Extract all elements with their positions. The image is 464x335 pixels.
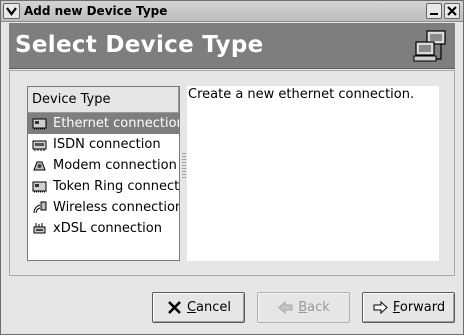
- close-button[interactable]: [444, 3, 460, 19]
- window-title: Add new Device Type: [24, 4, 168, 18]
- xdsl-icon: [33, 223, 46, 234]
- forward-button[interactable]: Forward: [362, 292, 455, 323]
- modem-icon: [33, 161, 46, 171]
- list-item-modem[interactable]: Modem connection: [28, 155, 179, 176]
- list-item-xdsl[interactable]: xDSL connection: [28, 218, 179, 239]
- description-text: Create a new ethernet connection.: [188, 87, 415, 102]
- list-item-wireless[interactable]: Wireless connection: [28, 197, 179, 218]
- wireless-icon: [33, 201, 47, 214]
- list-item-label: Modem connection: [53, 158, 177, 173]
- network-computers-icon: [413, 30, 446, 62]
- dialog-header: Select Device Type: [9, 23, 455, 69]
- x-icon: [168, 301, 181, 314]
- ethernet-card-icon: [32, 118, 47, 130]
- minimize-icon: [430, 13, 438, 15]
- title-bar[interactable]: Add new Device Type: [1, 1, 463, 22]
- pane-resize-handle[interactable]: [182, 153, 186, 179]
- list-item-isdn[interactable]: ISDN connection: [28, 134, 179, 155]
- list-item-label: xDSL connection: [53, 221, 162, 236]
- dialog-window: Add new Device Type Select Device Type D…: [0, 0, 464, 335]
- cancel-button-label: Cancel: [186, 300, 232, 315]
- chevron-down-icon: [6, 7, 17, 16]
- back-button-label: Back: [298, 300, 330, 315]
- page-title: Select Device Type: [15, 32, 264, 58]
- description-pane: Create a new ethernet connection.: [187, 86, 439, 261]
- close-icon: [447, 6, 457, 16]
- left-arrow-icon: [278, 300, 293, 315]
- cancel-button[interactable]: Cancel: [152, 292, 245, 323]
- list-item-label: Ethernet connection: [53, 116, 179, 131]
- isdn-card-icon: [32, 140, 47, 151]
- list-item-ethernet[interactable]: Ethernet connection: [28, 113, 179, 134]
- list-item-label: ISDN connection: [53, 137, 161, 152]
- device-type-list[interactable]: Device Type Ethernet connection ISDN con…: [27, 86, 180, 261]
- list-item-label: Wireless connection: [53, 200, 179, 215]
- back-button[interactable]: Back: [257, 292, 350, 323]
- list-column-header[interactable]: Device Type: [28, 87, 179, 113]
- list-item-label: Token Ring connection: [53, 179, 179, 194]
- forward-button-label: Forward: [392, 300, 446, 315]
- right-arrow-icon: [373, 300, 388, 315]
- minimize-button[interactable]: [426, 3, 442, 19]
- token-ring-card-icon: [32, 181, 47, 193]
- list-item-token-ring[interactable]: Token Ring connection: [28, 176, 179, 197]
- window-menu-button[interactable]: [3, 3, 20, 19]
